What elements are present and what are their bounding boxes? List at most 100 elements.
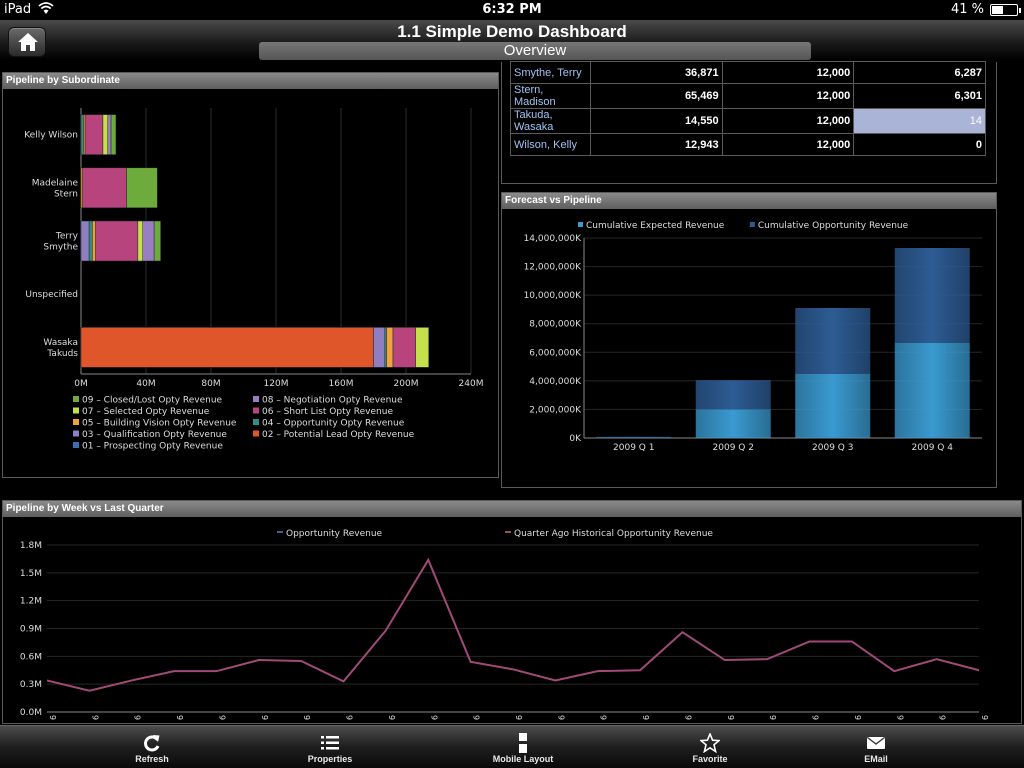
forecast-vs-pipeline-chart: 0K 2,000,000K 4,000,000K 6,000,000K 8,000,00… — [524, 221, 982, 453]
y-tick-label: 0.3M — [20, 680, 42, 690]
bar-segment[interactable] — [88, 220, 93, 262]
bar-segment[interactable] — [894, 248, 970, 343]
bar-segment[interactable] — [82, 167, 127, 209]
subordinate-table-panel: Smythe, Terry 36,871 12,000 6,287 Stern, Mad… — [501, 61, 997, 184]
x-tick-label: 40M — [136, 379, 155, 389]
x-tick-label: 9 3 — [895, 715, 904, 723]
legend-swatch — [73, 442, 79, 448]
legend-swatch — [253, 407, 259, 414]
bar-segment[interactable] — [894, 343, 970, 438]
legend-label: 03 – Qualification Opty Revenue — [82, 430, 227, 440]
category-label: Terry — [55, 232, 79, 242]
table-row[interactable]: Takuda, Wasaka 14,550 12,000 14 — [510, 108, 986, 134]
pipeline-by-week-panel: Pipeline by Week vs Last Quarter 0.0M 0.3… — [2, 500, 1022, 724]
bar-segment[interactable] — [92, 220, 96, 262]
bar-segment[interactable] — [102, 114, 109, 155]
y-tick-label: 12,000,000K — [524, 263, 583, 273]
legend-label: 02 – Potential Lead Opty Revenue — [262, 430, 415, 440]
x-tick-label: 80M — [201, 379, 220, 389]
legend-label: 01 – Prospecting Opty Revenue — [82, 442, 223, 452]
category-label: Wasaka — [43, 338, 78, 348]
bar-segment[interactable] — [795, 373, 871, 438]
email-button[interactable]: EMail — [816, 726, 936, 768]
bar-segment[interactable] — [80, 220, 90, 262]
mobile-layout-button[interactable]: Mobile Layout — [463, 726, 583, 768]
refresh-label: Refresh — [135, 754, 169, 764]
battery-fill — [992, 6, 1003, 14]
bar-segment[interactable] — [695, 409, 771, 438]
bar-segment[interactable] — [596, 437, 672, 438]
x-tick-label: 2009 Q 2 — [713, 443, 754, 453]
favorite-button[interactable]: Favorite — [650, 726, 770, 768]
pipeline-by-subordinate-panel: Pipeline by Subordinate 0M 40M 80M 120M 160M… — [2, 72, 499, 478]
bar-segment[interactable] — [415, 327, 429, 368]
bar-segment[interactable] — [84, 114, 104, 155]
legend-label: Quarter Ago Historical Opportunity Reven… — [514, 529, 713, 539]
y-tick-label: 6,000,000K — [529, 348, 582, 358]
category-label: Kelly Wilson — [24, 131, 78, 141]
table-row[interactable]: Wilson, Kelly 12,943 12,000 0 — [510, 133, 986, 156]
x-tick-label: 9 5 — [980, 715, 989, 723]
x-tick-label: 120M — [264, 379, 289, 389]
forecast-vs-pipeline-panel: Forecast vs Pipeline 0K 2,000,000K 4,000,0… — [501, 192, 997, 488]
bar-segment[interactable] — [795, 308, 871, 374]
status-time: 6:32 PM — [482, 2, 542, 17]
bar-segment[interactable] — [386, 327, 394, 368]
bar-segment[interactable] — [596, 436, 672, 438]
subordinate-table: Smythe, Terry 36,871 12,000 6,287 Stern, Mad… — [510, 61, 986, 156]
star-icon — [700, 733, 720, 753]
bar-segment[interactable] — [373, 327, 386, 368]
y-tick-label: 0.9M — [20, 625, 42, 635]
bottom-toolbar: Refresh Properties Mobile Layout Favorit… — [0, 725, 1024, 768]
x-tick-label: 9 5 — [133, 715, 142, 723]
x-tick-label: 9 1 — [811, 715, 820, 723]
series-line[interactable] — [46, 557, 980, 692]
bar-segment[interactable] — [142, 220, 155, 262]
bar-segment[interactable] — [126, 167, 158, 209]
legend-label: 07 – Selected Opty Revenue — [82, 407, 210, 417]
table-cell-col1: 65,469 — [589, 83, 723, 109]
table-row[interactable]: Smythe, Terry 36,871 12,000 6,287 — [510, 61, 986, 84]
x-tick-label: 9 8 — [260, 715, 269, 723]
table-cell-col2: 12,000 — [721, 61, 855, 84]
refresh-button[interactable]: Refresh — [92, 726, 212, 768]
x-tick-label: 9 6 — [175, 715, 184, 723]
legend-swatch — [749, 222, 755, 227]
bar-segment[interactable] — [137, 220, 143, 262]
table-cell-col3: 0 — [853, 133, 986, 156]
bar-segment[interactable] — [695, 380, 771, 410]
list-icon — [321, 736, 339, 750]
table-cell-col2: 12,000 — [721, 133, 855, 156]
x-tick-label: 9 7 — [217, 715, 226, 723]
favorite-label: Favorite — [692, 754, 728, 764]
x-tick-label: 9 2 — [853, 715, 862, 723]
x-tick-label: 9 3 — [472, 715, 481, 723]
properties-button[interactable]: Properties — [270, 726, 390, 768]
bar-segment[interactable] — [107, 114, 112, 155]
bar-segment[interactable] — [80, 327, 374, 368]
legend-label: 04 – Opportunity Opty Revenue — [262, 419, 405, 429]
bar-segment[interactable] — [392, 327, 416, 368]
bar-segment[interactable] — [95, 220, 139, 262]
legend-label: Cumulative Opportunity Revenue — [758, 221, 909, 231]
table-cell-col3: 6,287 — [853, 61, 986, 84]
x-tick-label: 9 9 — [726, 715, 735, 723]
table-cell-name: Takuda, Wasaka — [510, 108, 591, 134]
tab-overview[interactable]: Overview — [259, 42, 811, 60]
legend-swatch — [253, 419, 259, 425]
x-tick-label: 2009 Q 1 — [613, 443, 654, 453]
table-cell-col1: 12,943 — [589, 133, 723, 156]
table-cell-col1: 36,871 — [589, 61, 723, 84]
y-tick-label: 0.6M — [20, 652, 42, 662]
mobile-layout-label: Mobile Layout — [492, 754, 554, 764]
bar-segment[interactable] — [110, 114, 117, 155]
status-bar: iPad 6:32 PM 41 % — [0, 0, 1024, 20]
bar-segment[interactable] — [153, 220, 161, 262]
y-tick-label: 1.2M — [20, 597, 42, 607]
refresh-icon — [144, 735, 160, 752]
table-row[interactable]: Stern, Madison 65,469 12,000 6,301 — [510, 83, 986, 109]
bar-segment[interactable] — [80, 114, 84, 155]
x-tick-label: 9 1 — [48, 715, 57, 723]
app-header: 1.1 Simple Demo Dashboard Overview — [0, 20, 1024, 60]
category-label: Smythe — [43, 243, 78, 253]
